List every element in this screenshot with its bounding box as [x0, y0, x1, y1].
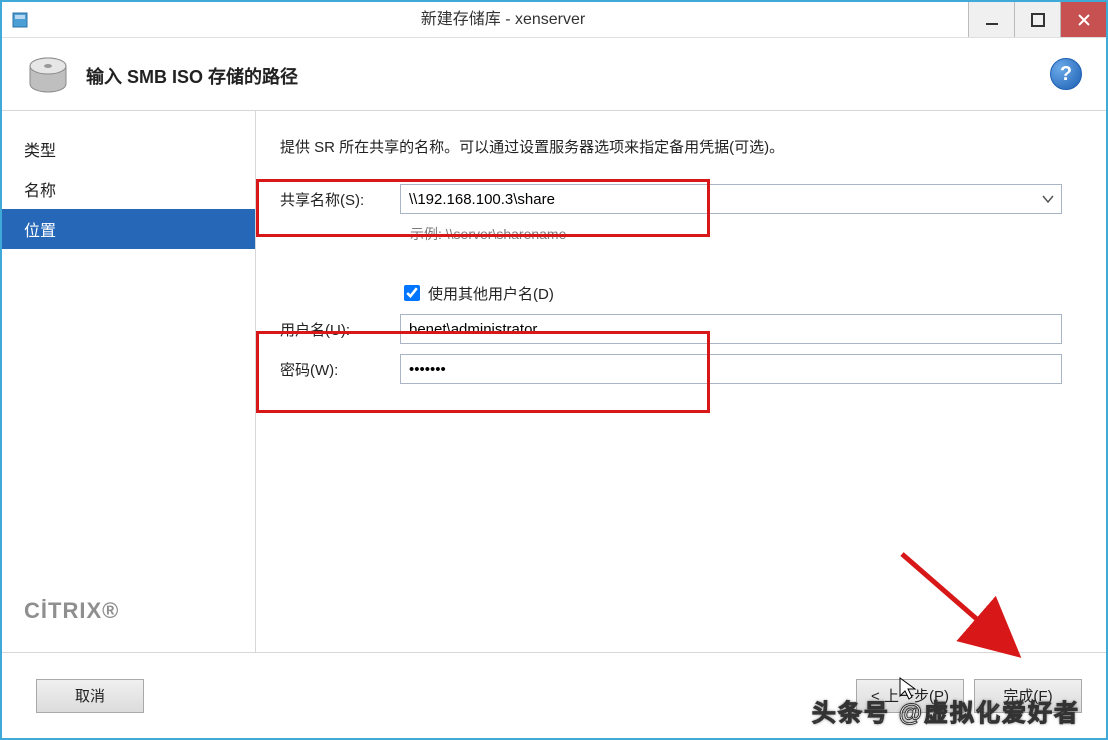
chevron-down-icon[interactable]	[1035, 185, 1061, 213]
window-controls	[968, 2, 1106, 37]
share-name-combo[interactable]	[400, 184, 1062, 214]
sidebar-item-name[interactable]: 名称	[2, 169, 255, 209]
sidebar-item-location[interactable]: 位置	[2, 209, 255, 249]
sidebar-item-label: 类型	[24, 143, 56, 160]
wizard-footer: 取消 < 上一步(P) 完成(F)	[2, 652, 1106, 738]
finish-button-label: 完成(F)	[1003, 685, 1052, 706]
previous-button-label: < 上一步(P)	[871, 685, 949, 706]
window-title: 新建存储库 - xenserver	[38, 2, 968, 37]
citrix-brand: CİTRIX®	[2, 598, 255, 652]
username-row: 用户名(U):	[280, 314, 1062, 344]
use-other-username-row: 使用其他用户名(D)	[400, 282, 1062, 304]
share-name-row: 共享名称(S):	[280, 184, 1062, 214]
app-icon	[2, 2, 38, 37]
titlebar: 新建存储库 - xenserver	[2, 2, 1106, 38]
arrow-annotation	[892, 544, 1032, 664]
content-description: 提供 SR 所在共享的名称。可以通过设置服务器选项来指定备用凭据(可选)。	[280, 137, 1062, 158]
wizard-heading: 输入 SMB ISO 存储的路径	[86, 63, 298, 89]
username-label: 用户名(U):	[280, 319, 400, 340]
use-other-username-checkbox[interactable]	[404, 285, 420, 301]
wizard-header: 输入 SMB ISO 存储的路径 ?	[2, 38, 1106, 111]
password-input[interactable]	[400, 354, 1062, 384]
storage-icon	[26, 56, 70, 96]
password-label: 密码(W):	[280, 359, 400, 380]
cancel-button-label: 取消	[75, 685, 105, 706]
sidebar-item-type[interactable]: 类型	[2, 129, 255, 169]
previous-button[interactable]: < 上一步(P)	[856, 679, 964, 713]
wizard-window: 新建存储库 - xenserver 输入 SMB ISO 存储的路径 ?	[0, 0, 1108, 740]
sidebar-item-label: 位置	[24, 223, 56, 240]
sidebar-item-label: 名称	[24, 183, 56, 200]
help-button[interactable]: ?	[1050, 58, 1082, 90]
wizard-content: 提供 SR 所在共享的名称。可以通过设置服务器选项来指定备用凭据(可选)。 共享…	[256, 111, 1106, 652]
minimize-button[interactable]	[968, 2, 1014, 37]
brand-text: CİTRIX	[24, 598, 102, 623]
username-input[interactable]	[400, 314, 1062, 344]
wizard-body: 类型 名称 位置 CİTRIX® 提供 SR 所在共享的名称。可以通过设置服务器…	[2, 111, 1106, 652]
password-row: 密码(W):	[280, 354, 1062, 384]
wizard-sidebar: 类型 名称 位置 CİTRIX®	[2, 111, 256, 652]
cancel-button[interactable]: 取消	[36, 679, 144, 713]
close-button[interactable]	[1060, 2, 1106, 37]
share-name-input[interactable]	[401, 185, 1035, 213]
finish-button[interactable]: 完成(F)	[974, 679, 1082, 713]
share-name-label: 共享名称(S):	[280, 189, 400, 210]
help-icon: ?	[1060, 63, 1072, 86]
share-name-example: 示例: \\server\sharename	[410, 224, 1062, 244]
maximize-button[interactable]	[1014, 2, 1060, 37]
use-other-username-label: 使用其他用户名(D)	[428, 283, 554, 304]
